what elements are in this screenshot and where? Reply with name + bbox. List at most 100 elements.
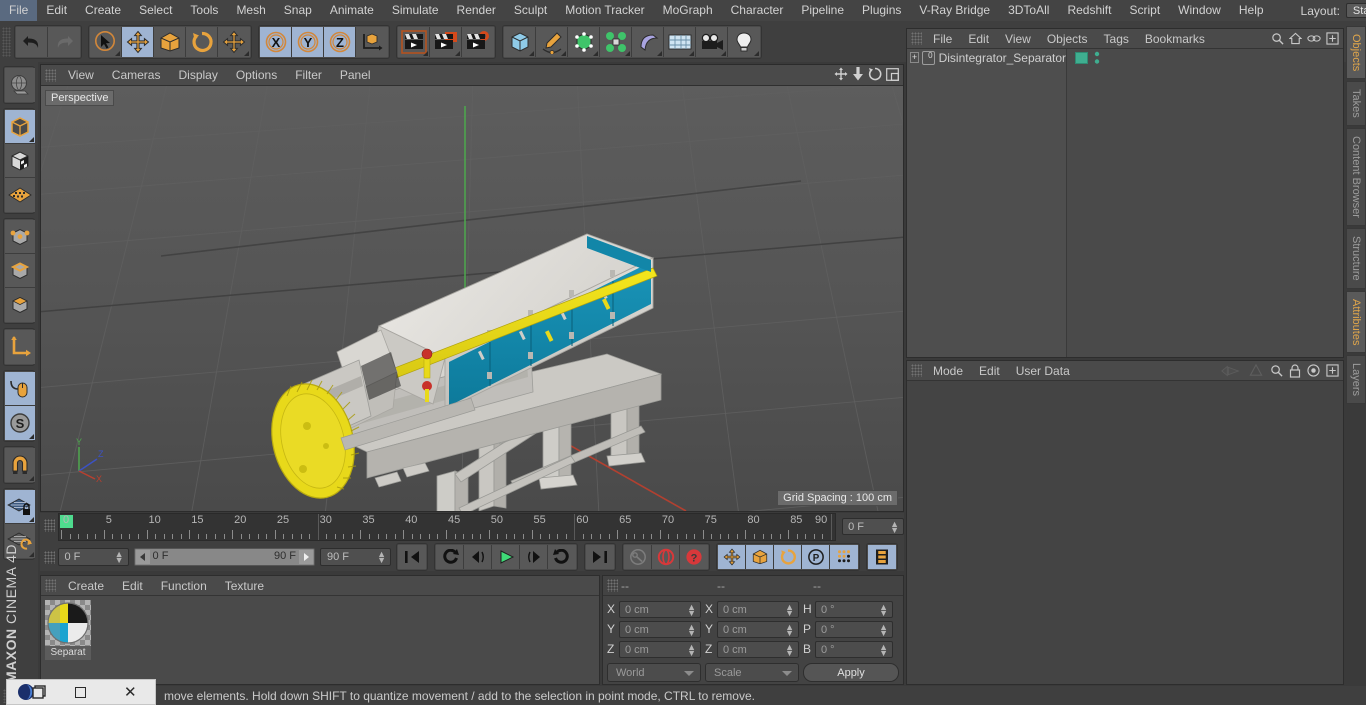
object-manager-grip[interactable] <box>911 32 922 45</box>
attribute-menu-edit[interactable]: Edit <box>971 361 1008 381</box>
coordinate-system-dropdown[interactable]: World <box>607 663 701 682</box>
link-icon[interactable] <box>1307 32 1321 48</box>
texture-mode[interactable] <box>5 144 35 178</box>
live-selection-tool[interactable] <box>90 26 122 57</box>
attribute-menu-mode[interactable]: Mode <box>925 361 971 381</box>
interface-arrow-icon[interactable] <box>1220 364 1242 381</box>
object-tree[interactable]: + 0 Disintegrator_Separator <box>907 49 1100 357</box>
menu-item-window[interactable]: Window <box>1169 0 1230 21</box>
light-button[interactable] <box>728 26 760 57</box>
snap-magnet-tool[interactable] <box>5 448 35 482</box>
menu-item-tools[interactable]: Tools <box>181 0 227 21</box>
viewport-canvas[interactable]: Perspective Grid Spacing : 100 cm Y Z X <box>41 86 903 511</box>
rotate-view-icon[interactable] <box>868 67 882 84</box>
vertical-tab-structure[interactable]: Structure <box>1346 227 1366 289</box>
coordinates-grip[interactable] <box>607 579 618 592</box>
visibility-dots-icon[interactable] <box>1093 51 1101 68</box>
object-menu-edit[interactable]: Edit <box>960 29 997 49</box>
menu-item-plugins[interactable]: Plugins <box>853 0 910 21</box>
spinner-icon[interactable]: ▲ ▼ <box>687 642 696 657</box>
play-button[interactable] <box>492 545 521 569</box>
preview-range-slider[interactable]: 0 F 90 F <box>133 548 315 566</box>
vertical-tab-objects[interactable]: Objects <box>1346 26 1366 80</box>
menu-item-select[interactable]: Select <box>130 0 181 21</box>
menu-item-character[interactable]: Character <box>722 0 793 21</box>
material-manager-grip[interactable] <box>45 579 56 592</box>
new-window-icon[interactable] <box>1326 364 1339 380</box>
vertical-tab-takes[interactable]: Takes <box>1346 81 1366 127</box>
record-active-objects-button[interactable] <box>624 545 653 569</box>
render-view-button[interactable] <box>398 26 430 57</box>
menu-item-render[interactable]: Render <box>448 0 505 21</box>
position-x-input[interactable]: 0 cm ▲ ▼ <box>619 600 701 618</box>
menu-item-redshift[interactable]: Redshift <box>1058 0 1120 21</box>
spinner-icon[interactable]: ▲ ▼ <box>879 602 888 617</box>
material-menu-create[interactable]: Create <box>59 576 113 596</box>
new-window-icon[interactable] <box>1326 32 1339 48</box>
size-mode-dropdown[interactable]: Scale <box>705 663 799 682</box>
object-row-disintegrator-separator[interactable]: + 0 Disintegrator_Separator <box>907 49 1100 66</box>
material-menu-edit[interactable]: Edit <box>113 576 152 596</box>
position-key-toggle[interactable] <box>718 545 747 569</box>
search-icon[interactable] <box>1271 32 1284 48</box>
spinner-icon[interactable]: ▲ ▼ <box>687 602 696 617</box>
vertical-tab-layers[interactable]: Layers <box>1346 355 1366 405</box>
current-frame-field[interactable]: 0 F ▲ ▼ <box>57 548 129 566</box>
array-modeling-button[interactable] <box>600 26 632 57</box>
rotation-p-input[interactable]: 0 ° ▲ ▼ <box>815 620 893 638</box>
rotation-h-input[interactable]: 0 ° ▲ ▼ <box>815 600 893 618</box>
viewport-menu-view[interactable]: View <box>59 65 103 86</box>
render-to-picture-viewer-button[interactable] <box>430 26 462 57</box>
menu-item-help[interactable]: Help <box>1230 0 1273 21</box>
scene-object-button[interactable] <box>664 26 696 57</box>
camera-button[interactable] <box>696 26 728 57</box>
toolbar-grip[interactable] <box>2 26 11 57</box>
menu-item-3dtoall[interactable]: 3DToAll <box>999 0 1058 21</box>
workplane-lock[interactable] <box>5 490 35 524</box>
edges-mode[interactable] <box>5 254 35 288</box>
spinner-icon[interactable]: ▲ ▼ <box>115 550 124 565</box>
menu-item-pipeline[interactable]: Pipeline <box>792 0 853 21</box>
pan-view-icon[interactable] <box>834 67 848 84</box>
keyframe-selection-button[interactable]: ? <box>680 545 709 569</box>
menu-item-snap[interactable]: Snap <box>275 0 321 21</box>
status-badge[interactable] <box>1075 52 1088 64</box>
attribute-manager-grip[interactable] <box>911 364 922 377</box>
range-end-handle[interactable] <box>299 550 313 564</box>
model-mode[interactable] <box>5 110 35 144</box>
maximize-view-icon[interactable] <box>886 67 899 84</box>
restore-window-button[interactable] <box>56 679 105 705</box>
scale-key-toggle[interactable] <box>746 545 775 569</box>
go-to-end-button[interactable] <box>586 545 615 569</box>
vertical-tab-attributes[interactable]: Attributes <box>1346 290 1366 354</box>
points-mode[interactable] <box>5 220 35 254</box>
menu-item-motion-tracker[interactable]: Motion Tracker <box>556 0 653 21</box>
polygon-grid-mode[interactable] <box>5 178 35 212</box>
go-to-next-key-button[interactable] <box>548 545 577 569</box>
spinner-icon[interactable]: ▲ ▼ <box>890 520 899 535</box>
spinner-icon[interactable]: ▲ ▼ <box>785 622 794 637</box>
position-y-input[interactable]: 0 cm ▲ ▼ <box>619 620 701 638</box>
spinner-icon[interactable]: ▲ ▼ <box>377 550 386 565</box>
go-to-previous-key-button[interactable] <box>436 545 465 569</box>
menu-item-sculpt[interactable]: Sculpt <box>505 0 556 21</box>
material-tile[interactable]: Separat <box>45 600 91 660</box>
deformer-button[interactable] <box>632 26 664 57</box>
vertical-tab-content-browser[interactable]: Content Browser <box>1346 128 1366 226</box>
go-to-next-frame-button[interactable] <box>520 545 549 569</box>
spinner-icon[interactable]: ▲ ▼ <box>785 602 794 617</box>
timeline-ruler[interactable]: 0 5 10 15 20 25 30 35 40 45 50 55 60 65 70 75 80 85 90 <box>57 513 837 541</box>
menu-item-create[interactable]: Create <box>76 0 130 21</box>
autokeying-button[interactable] <box>652 545 681 569</box>
soft-selection-tool[interactable] <box>218 26 250 57</box>
rotate-tool[interactable] <box>186 26 218 57</box>
end-frame-field[interactable]: 90 F ▲ ▼ <box>320 548 392 566</box>
target-icon[interactable] <box>1307 364 1320 380</box>
lock-icon[interactable] <box>1289 363 1301 381</box>
texture-axis-mode[interactable] <box>5 68 35 102</box>
move-tool[interactable] <box>122 26 154 57</box>
menu-item-file[interactable]: File <box>0 0 38 21</box>
attribute-menu-user-data[interactable]: User Data <box>1008 361 1078 381</box>
x-axis-lock[interactable]: X <box>260 26 292 57</box>
viewport-menu-display[interactable]: Display <box>169 65 226 86</box>
